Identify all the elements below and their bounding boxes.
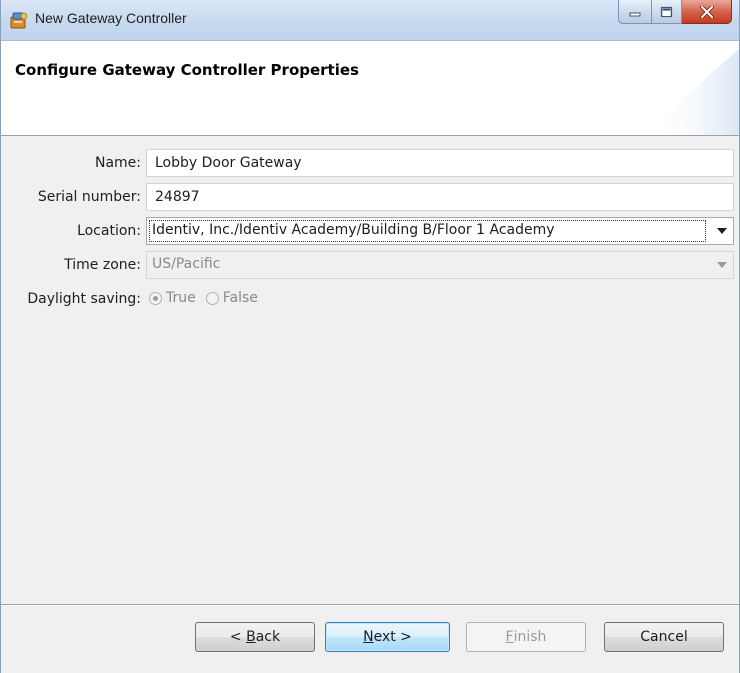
- next-button-label: ext >: [373, 629, 412, 645]
- back-button-mnemonic: B: [246, 629, 256, 645]
- time-zone-select: US/Pacific: [146, 251, 734, 279]
- serial-row: Serial number: 24897: [1, 183, 739, 211]
- minimize-button[interactable]: [618, 0, 652, 24]
- name-row: Name: Lobby Door Gateway: [1, 149, 739, 177]
- serial-number-input[interactable]: 24897: [146, 183, 734, 211]
- title-bar[interactable]: New Gateway Controller: [1, 0, 739, 41]
- next-button-mnemonic: N: [363, 629, 374, 645]
- location-selected-value: Identiv, Inc./Identiv Academy/Building B…: [149, 220, 706, 242]
- location-row: Location: Identiv, Inc./Identiv Academy/…: [1, 217, 739, 245]
- finish-button-mnemonic: F: [505, 629, 514, 645]
- daylight-true-radio: [149, 291, 162, 305]
- dialog-window: New Gateway Controller Configure Gateway…: [0, 0, 740, 673]
- page-title: Configure Gateway Controller Properties: [15, 61, 359, 79]
- daylight-false-radio: [205, 291, 219, 305]
- daylight-false-label: False: [222, 290, 258, 306]
- maximize-icon: [660, 6, 673, 17]
- timezone-row: Time zone: US/Pacific: [1, 251, 739, 279]
- close-button[interactable]: [682, 0, 732, 24]
- footer-separator: [1, 604, 739, 606]
- name-label: Name:: [94, 155, 141, 171]
- finish-button: Finish: [466, 622, 586, 652]
- daylight-saving-label: Daylight saving:: [27, 291, 141, 307]
- wizard-header: Configure Gateway Controller Properties: [1, 41, 739, 136]
- chevron-down-icon[interactable]: [717, 228, 727, 234]
- gateway-controller-icon: [10, 12, 28, 29]
- name-input[interactable]: Lobby Door Gateway: [146, 149, 734, 177]
- cancel-button-label: Cancel: [640, 629, 688, 645]
- daylight-saving-row: Daylight saving: True False: [1, 285, 739, 313]
- maximize-button[interactable]: [652, 0, 682, 24]
- time-zone-selected-value: US/Pacific: [152, 256, 221, 272]
- close-icon: [699, 5, 714, 18]
- minimize-icon: [629, 12, 641, 16]
- next-button[interactable]: Next >: [325, 622, 450, 652]
- location-select[interactable]: Identiv, Inc./Identiv Academy/Building B…: [146, 217, 734, 245]
- back-button[interactable]: < Back: [195, 622, 315, 652]
- window-title: New Gateway Controller: [35, 10, 187, 26]
- daylight-true-label: True: [166, 290, 196, 306]
- header-swoosh-graphic: [649, 49, 739, 135]
- caption-buttons: [618, 0, 732, 25]
- finish-button-label: inish: [513, 629, 547, 645]
- daylight-saving-radio-group: True False: [149, 290, 264, 306]
- back-button-prefix: <: [229, 629, 247, 645]
- location-label: Location:: [77, 223, 141, 239]
- serial-number-label: Serial number:: [37, 189, 141, 205]
- chevron-down-icon: [717, 262, 727, 268]
- back-button-label: ack: [255, 629, 281, 645]
- cancel-button[interactable]: Cancel: [604, 622, 724, 652]
- time-zone-label: Time zone:: [64, 257, 141, 273]
